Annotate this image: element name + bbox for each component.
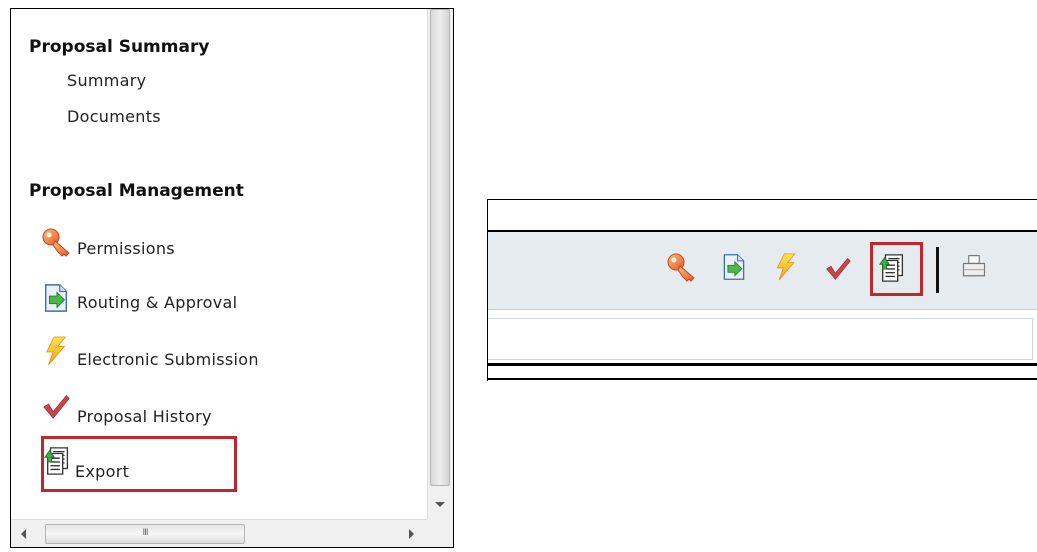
- toolbar: [488, 232, 1037, 309]
- divider: [488, 363, 1037, 366]
- divider: [488, 378, 1037, 380]
- key-icon[interactable]: [666, 252, 698, 284]
- scroll-left-arrow-icon[interactable]: [21, 529, 26, 539]
- checkmark-icon[interactable]: [824, 254, 852, 282]
- export-icon-highlight-box: [870, 242, 923, 296]
- export-highlight-box: [41, 436, 237, 492]
- navigation-content: Proposal Summary Summary Documents Propo…: [11, 9, 427, 519]
- scrollbar-corner: [427, 519, 453, 547]
- nav-item-label: Electronic Submission: [77, 350, 259, 369]
- nav-item-label: Permissions: [77, 239, 175, 258]
- routing-icon[interactable]: [720, 253, 748, 281]
- vertical-scroll-thumb[interactable]: [430, 9, 450, 486]
- horizontal-scrollbar[interactable]: III: [11, 519, 427, 547]
- vertical-scrollbar[interactable]: [427, 9, 453, 519]
- section-title-proposal-management: Proposal Management: [29, 181, 244, 201]
- nav-item-label: Proposal History: [77, 407, 212, 426]
- toolbar-separator: [936, 247, 939, 293]
- horizontal-scroll-thumb[interactable]: III: [45, 524, 245, 544]
- content-field: [488, 318, 1033, 360]
- toolbar-crop: [487, 199, 1037, 381]
- checkmark-icon: [41, 391, 71, 421]
- key-icon: [41, 227, 73, 259]
- nav-link-documents[interactable]: Documents: [67, 107, 161, 126]
- print-icon[interactable]: [960, 253, 988, 281]
- nav-item-label: Routing & Approval: [77, 293, 238, 312]
- routing-icon: [41, 283, 71, 313]
- nav-link-summary[interactable]: Summary: [67, 71, 146, 90]
- section-title-proposal-summary: Proposal Summary: [29, 37, 210, 57]
- scroll-down-arrow-icon[interactable]: [435, 502, 445, 507]
- left-navigation-panel: Proposal Summary Summary Documents Propo…: [10, 8, 454, 548]
- scroll-right-arrow-icon[interactable]: [409, 529, 414, 539]
- lightning-icon[interactable]: [772, 253, 800, 281]
- lightning-icon: [41, 336, 71, 366]
- divider: [488, 309, 1037, 310]
